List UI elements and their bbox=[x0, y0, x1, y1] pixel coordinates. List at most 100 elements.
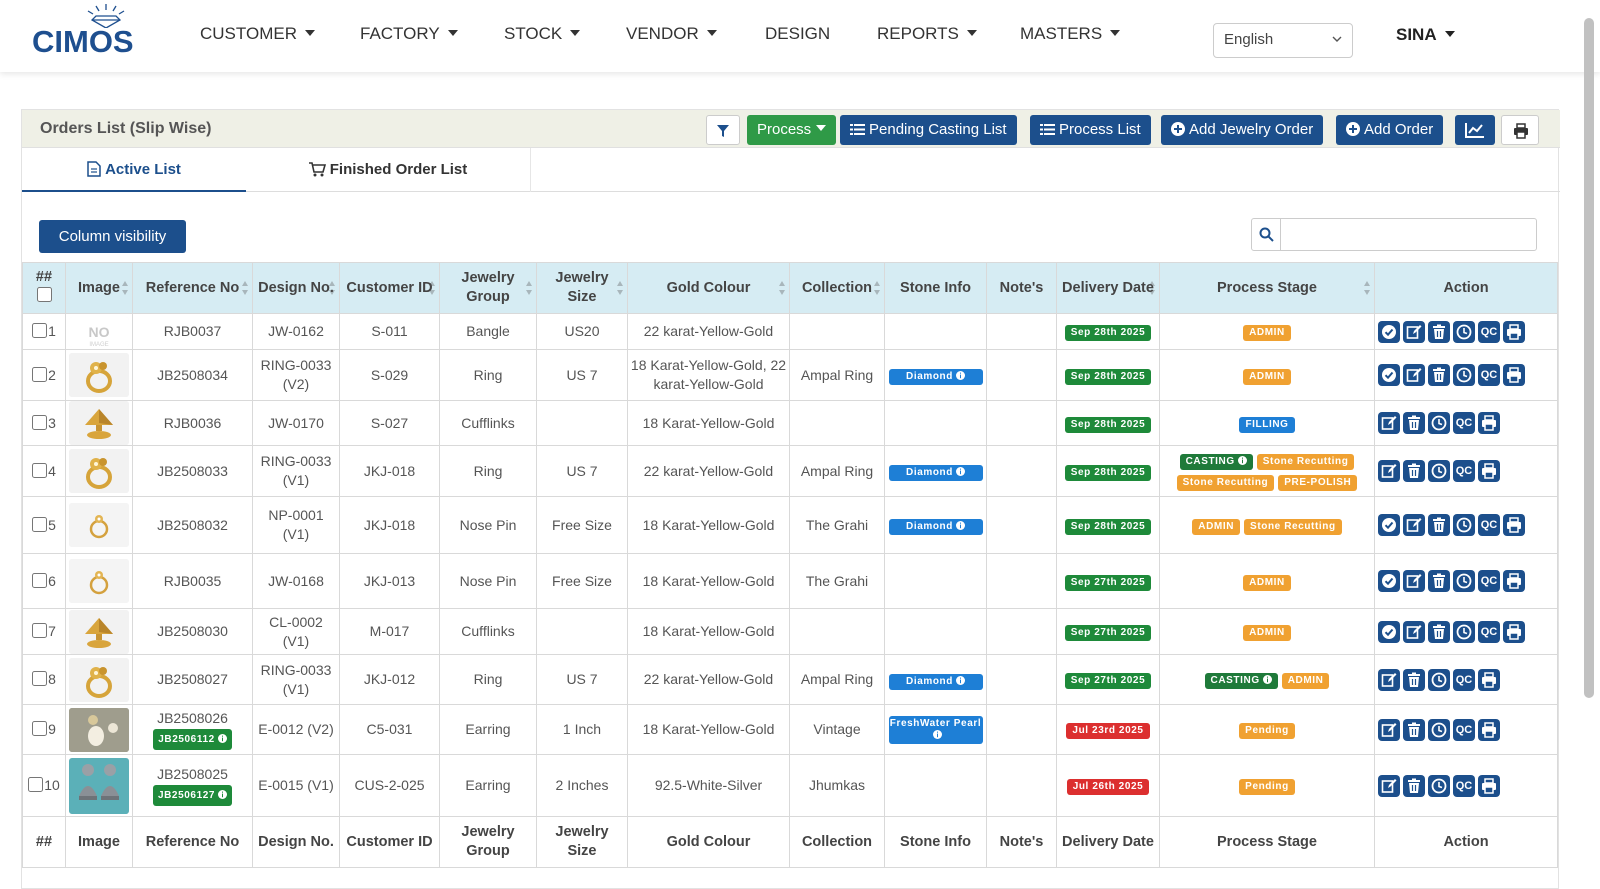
approve-button[interactable] bbox=[1378, 320, 1400, 343]
delete-button[interactable] bbox=[1428, 364, 1450, 386]
action-cell[interactable]: QC bbox=[1374, 608, 1558, 655]
row-checkbox[interactable] bbox=[32, 721, 48, 736]
add-order-button[interactable]: Add Order bbox=[1336, 115, 1444, 145]
user-menu[interactable]: SINA bbox=[1396, 25, 1455, 45]
row-select-cell[interactable]: 5 bbox=[22, 496, 66, 554]
chart-button[interactable] bbox=[1455, 115, 1495, 145]
history-button[interactable] bbox=[1428, 668, 1450, 691]
print-button[interactable] bbox=[1503, 570, 1525, 592]
print-button[interactable] bbox=[1478, 412, 1500, 434]
delete-button[interactable] bbox=[1428, 620, 1450, 643]
process-stage-badge[interactable]: CASTING bbox=[1204, 673, 1278, 689]
row-select-cell[interactable]: 3 bbox=[22, 400, 66, 446]
column-visibility-button[interactable]: Column visibility bbox=[39, 220, 186, 253]
menu-masters[interactable]: MASTERS bbox=[1020, 24, 1121, 44]
search-input[interactable] bbox=[1280, 218, 1537, 251]
page-scrollbar[interactable] bbox=[1584, 18, 1594, 698]
image-cell[interactable] bbox=[65, 400, 133, 446]
edit-button[interactable] bbox=[1378, 774, 1400, 797]
header-process-stage[interactable]: Process Stage bbox=[1159, 262, 1375, 314]
row-select-cell[interactable]: 2 bbox=[22, 349, 66, 401]
approve-button[interactable] bbox=[1378, 514, 1400, 536]
stone-info-cell[interactable]: FreshWater Pearl bbox=[884, 704, 987, 755]
menu-customer[interactable]: CUSTOMER bbox=[200, 24, 315, 44]
print-button[interactable] bbox=[1503, 620, 1525, 643]
stone-info-badge[interactable]: FreshWater Pearl bbox=[888, 715, 983, 744]
edit-button[interactable] bbox=[1403, 514, 1425, 536]
menu-design[interactable]: DESIGN bbox=[765, 24, 830, 44]
action-cell[interactable]: QC bbox=[1374, 496, 1558, 554]
row-checkbox[interactable] bbox=[32, 516, 48, 532]
approve-button[interactable] bbox=[1378, 364, 1400, 386]
edit-button[interactable] bbox=[1403, 320, 1425, 343]
action-cell[interactable]: QC bbox=[1374, 400, 1558, 446]
row-checkbox[interactable] bbox=[32, 623, 48, 638]
header-design-no[interactable]: Design No. bbox=[252, 262, 340, 314]
delete-button[interactable] bbox=[1428, 570, 1450, 592]
filter-button[interactable] bbox=[706, 115, 740, 145]
table-row[interactable]: 8 JB2508027 RING-0033 (V1) JKJ-012 Ring US 7 2… bbox=[22, 654, 1558, 705]
qc-button[interactable]: QC bbox=[1478, 364, 1500, 386]
process-dropdown-button[interactable]: Process bbox=[747, 115, 837, 145]
tab-finished-order-list[interactable]: Finished Order List bbox=[246, 148, 530, 192]
header-gold-colour[interactable]: Gold Colour bbox=[627, 262, 790, 314]
row-select-cell[interactable]: 10 bbox=[22, 754, 66, 817]
header-jewelry-group[interactable]: Jewelry Group bbox=[439, 262, 537, 314]
qc-button[interactable]: QC bbox=[1453, 460, 1475, 482]
process-list-button[interactable]: Process List bbox=[1030, 115, 1151, 145]
history-button[interactable] bbox=[1428, 460, 1450, 482]
image-cell[interactable] bbox=[65, 754, 133, 817]
stone-info-badge[interactable]: Diamond bbox=[888, 673, 983, 690]
row-select-cell[interactable]: 7 bbox=[22, 608, 66, 655]
jewelry-thumbnail[interactable] bbox=[69, 559, 129, 603]
menu-reports[interactable]: REPORTS bbox=[877, 24, 977, 44]
stone-info-badge[interactable]: Diamond bbox=[888, 519, 983, 535]
table-row[interactable]: 5 JB2508032 NP-0001 (V1) JKJ-018 Nose Pin Fre… bbox=[22, 496, 1558, 554]
stone-info-badge[interactable]: Diamond bbox=[888, 369, 983, 385]
qc-button[interactable]: QC bbox=[1453, 668, 1475, 691]
action-cell[interactable]: QC bbox=[1374, 553, 1558, 609]
edit-button[interactable] bbox=[1403, 620, 1425, 643]
print-button[interactable] bbox=[1501, 115, 1539, 145]
header-collection[interactable]: Collection bbox=[789, 262, 885, 314]
image-cell[interactable] bbox=[65, 654, 133, 705]
header-select[interactable]: ## bbox=[22, 262, 66, 314]
jewelry-thumbnail[interactable] bbox=[69, 449, 129, 493]
add-jewelry-order-button[interactable]: Add Jewelry Order bbox=[1161, 115, 1324, 145]
stone-info-badge[interactable]: Diamond bbox=[888, 465, 983, 481]
table-row[interactable]: 1NOIMAGEAVAILABLERJB0037JW-0162S-011Bang… bbox=[22, 313, 1558, 350]
row-checkbox[interactable] bbox=[32, 572, 48, 588]
menu-stock[interactable]: STOCK bbox=[504, 24, 581, 44]
table-row[interactable]: 7 JB2508030 CL-0002 (V1) M-017 Cufflinks 18 K… bbox=[22, 608, 1558, 655]
delete-button[interactable] bbox=[1403, 412, 1425, 434]
edit-button[interactable] bbox=[1378, 718, 1400, 741]
image-cell[interactable] bbox=[65, 445, 133, 497]
action-cell[interactable]: QC bbox=[1374, 654, 1558, 705]
jewelry-thumbnail[interactable] bbox=[69, 609, 129, 654]
jewelry-thumbnail[interactable] bbox=[69, 503, 129, 547]
delete-button[interactable] bbox=[1403, 774, 1425, 797]
history-button[interactable] bbox=[1428, 718, 1450, 741]
row-checkbox[interactable] bbox=[32, 366, 48, 382]
table-row[interactable]: 3 RJB0036 JW-0170 S-027 Cufflinks 18 Karat-Ye… bbox=[22, 400, 1558, 446]
row-checkbox[interactable] bbox=[28, 777, 44, 792]
table-row[interactable]: 9 JB2508026 JB2506112 E-0012 (V2) C5-031 Earr… bbox=[22, 704, 1558, 755]
row-select-cell[interactable]: 6 bbox=[22, 553, 66, 609]
qc-button[interactable]: QC bbox=[1453, 718, 1475, 741]
delete-button[interactable] bbox=[1428, 320, 1450, 343]
image-cell[interactable] bbox=[65, 704, 133, 755]
history-button[interactable] bbox=[1453, 364, 1475, 386]
jewelry-thumbnail[interactable] bbox=[69, 353, 129, 397]
select-all-checkbox[interactable] bbox=[36, 287, 52, 302]
qc-button[interactable]: QC bbox=[1478, 620, 1500, 643]
logo[interactable]: CIMOS bbox=[32, 2, 142, 64]
image-cell[interactable] bbox=[65, 496, 133, 554]
action-cell[interactable]: QC bbox=[1374, 349, 1558, 401]
action-cell[interactable]: QC bbox=[1374, 704, 1558, 755]
stone-info-cell[interactable]: Diamond bbox=[884, 349, 987, 401]
row-select-cell[interactable]: 1 bbox=[22, 313, 66, 350]
action-cell[interactable]: QC bbox=[1374, 445, 1558, 497]
row-checkbox[interactable] bbox=[32, 671, 48, 686]
print-button[interactable] bbox=[1478, 460, 1500, 482]
menu-vendor[interactable]: VENDOR bbox=[626, 24, 717, 44]
